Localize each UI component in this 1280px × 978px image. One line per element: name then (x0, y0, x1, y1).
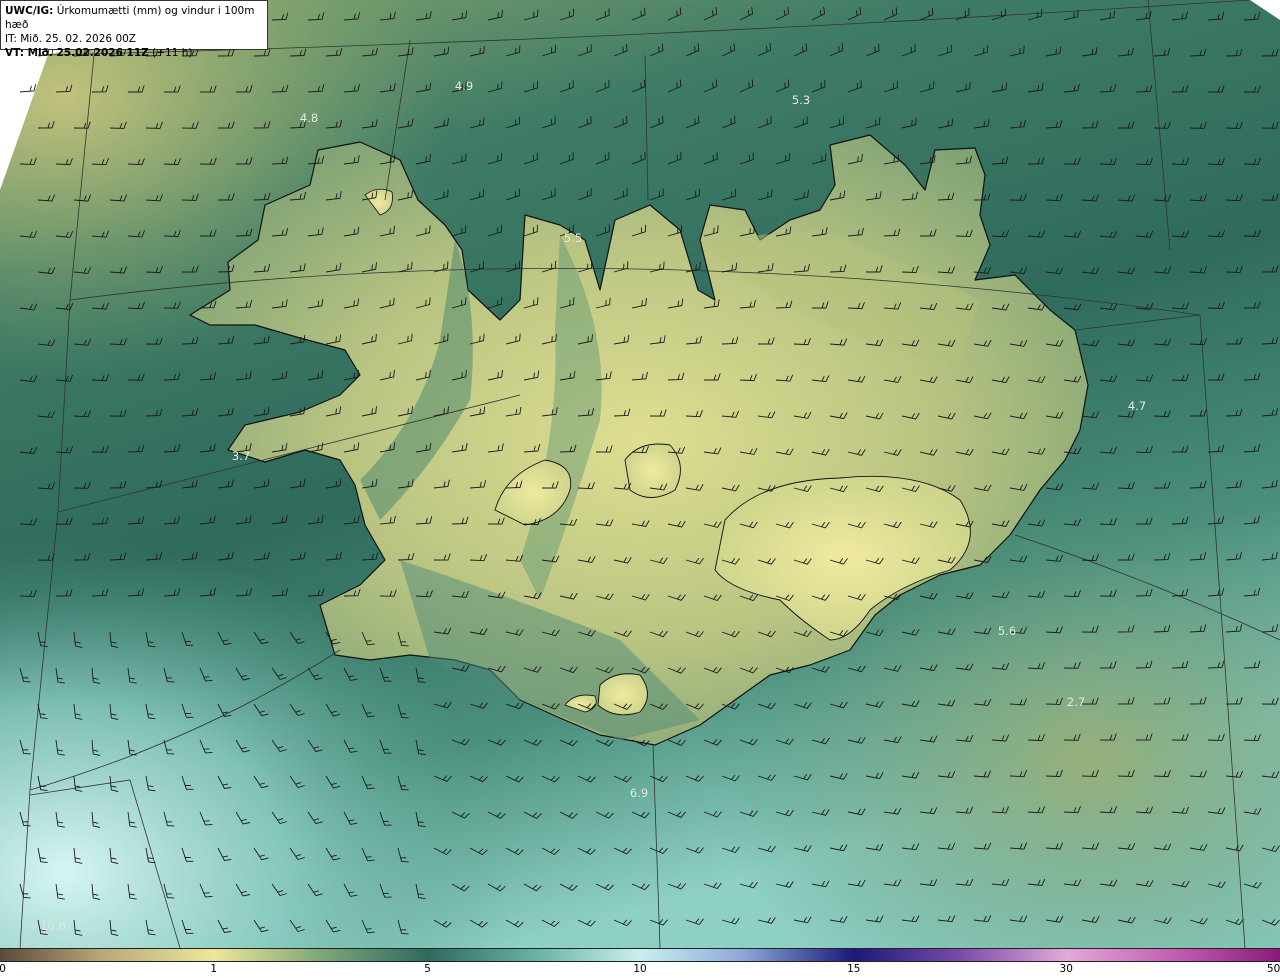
colorbar-tick-labels: 0 1 5 10 15 30 50 (0, 962, 1280, 978)
value-label: 4.7 (1127, 399, 1147, 413)
colorbar-tick: 15 (847, 963, 861, 975)
valid-time: VT: Mið. 25.02.2026 11Z (5, 47, 149, 59)
colorbar-tick: 50 (1266, 963, 1280, 975)
map-title-box: UWC/IG: Úrkomumætti (mm) og vindur i 100… (0, 0, 268, 59)
value-label: 4.8 (299, 111, 319, 125)
value-label: 10.6 (40, 919, 66, 933)
colorbar-tick: 1 (210, 963, 218, 975)
value-label: 5.6 (997, 624, 1017, 638)
colorbar-tick: 30 (1059, 963, 1073, 975)
value-label: 6.9 (629, 786, 649, 800)
init-time: IT: Mið. 25. 02. 2026 00Z (5, 33, 136, 45)
colorbar-tick: 5 (424, 963, 431, 975)
precipitation-wind-map (0, 0, 1280, 948)
value-label: 5.5 (563, 231, 583, 245)
colorbar-tick: 0 (0, 963, 6, 975)
map-area[interactable]: UWC/IG: Úrkomumætti (mm) og vindur i 100… (0, 0, 1280, 948)
value-label: 2.7 (1066, 695, 1086, 709)
forecast-offset: (+11 h) (152, 47, 193, 59)
precipitation-colorbar (0, 948, 1280, 962)
value-label: 4.9 (454, 79, 474, 93)
product-code: UWC/IG: (5, 5, 54, 17)
value-label: 3.7 (231, 449, 251, 463)
colorbar-tick: 10 (633, 963, 647, 975)
value-label: 5.3 (791, 93, 811, 107)
